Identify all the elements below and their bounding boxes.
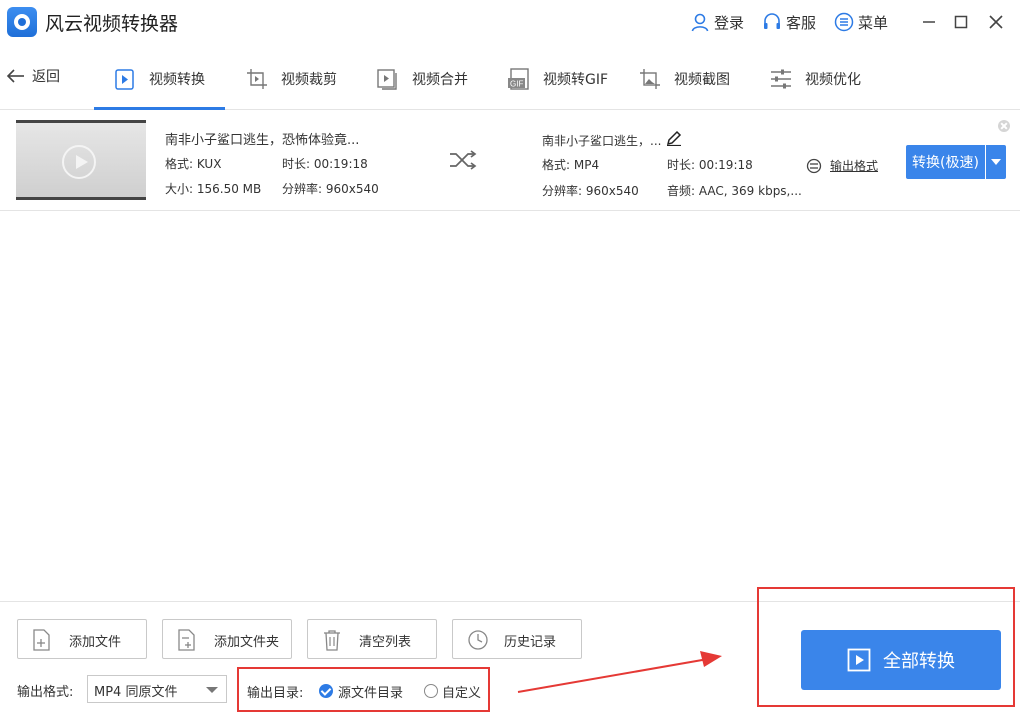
custom-dir-option[interactable]: 自定义 <box>442 682 481 701</box>
radio-source-dir[interactable] <box>319 684 333 698</box>
radio-custom-dir[interactable] <box>424 684 438 698</box>
tab-video-merge[interactable]: 视频合并 <box>376 65 468 93</box>
login-button[interactable]: 登录 <box>690 11 744 33</box>
trash-icon <box>324 630 340 651</box>
back-button[interactable]: 返回 <box>6 66 60 86</box>
maximize-button[interactable] <box>950 11 972 33</box>
play-icon <box>62 145 96 179</box>
play-icon <box>847 648 871 672</box>
svg-text:GIF: GIF <box>510 80 523 89</box>
file-list-item[interactable]: 南非小子鲨口逃生，恐怖体验竟... 格式: KUX 时长: 00:19:18 大… <box>0 111 1020 211</box>
add-file-label: 添加文件 <box>69 635 122 650</box>
add-file-icon <box>33 629 50 651</box>
add-folder-icon <box>178 629 195 651</box>
minimize-button[interactable] <box>918 11 940 33</box>
tab-label: 视频合并 <box>412 72 468 88</box>
output-format-select[interactable]: MP4 同原文件 <box>87 675 227 703</box>
convert-arrows-icon <box>450 150 477 170</box>
add-folder-label: 添加文件夹 <box>214 635 280 650</box>
output-dir-label: 输出目录: <box>247 686 304 701</box>
tab-label: 视频优化 <box>805 72 861 88</box>
tab-video-gif[interactable]: GIF 视频转GIF <box>507 65 608 93</box>
tab-label: 视频转GIF <box>543 72 609 88</box>
video-thumbnail[interactable] <box>16 120 146 200</box>
convert-all-button[interactable]: 全部转换 <box>801 630 1001 690</box>
close-button[interactable] <box>985 11 1007 33</box>
app-title: 风云视频转换器 <box>45 13 179 35</box>
menu-icon <box>834 12 854 32</box>
clock-icon <box>468 630 488 650</box>
close-icon <box>989 15 1003 29</box>
source-dir-option[interactable]: 源文件目录 <box>338 682 403 701</box>
arrow-left-icon <box>6 69 24 83</box>
history-label: 历史记录 <box>504 635 557 650</box>
format-settings-icon <box>806 158 822 173</box>
gif-icon: GIF <box>508 68 529 90</box>
remove-file-icon[interactable] <box>998 120 1010 132</box>
video-crop-icon <box>247 69 267 89</box>
sliders-icon <box>771 69 791 89</box>
source-file-name: 南非小子鲨口逃生，恐怖体验竟... <box>165 133 360 148</box>
maximize-icon <box>954 15 968 29</box>
source-format: 格式: KUX <box>165 157 222 171</box>
output-format-link[interactable]: 输出格式 <box>806 157 878 174</box>
menu-label: 菜单 <box>858 13 889 32</box>
app-logo-icon <box>7 7 37 37</box>
convert-button[interactable]: 转换(极速) <box>906 145 985 179</box>
tab-label: 视频转换 <box>149 72 205 88</box>
history-button[interactable]: 历史记录 <box>452 619 582 659</box>
output-duration: 时长: 00:19:18 <box>667 158 753 172</box>
minimize-icon <box>923 21 935 23</box>
login-label: 登录 <box>714 13 745 32</box>
title-bar: 风云视频转换器 登录 客服 菜单 <box>0 0 1020 44</box>
edit-icon[interactable] <box>666 130 682 146</box>
user-icon <box>691 13 709 32</box>
output-dir-highlight: 输出目录: 源文件目录 自定义 <box>237 667 490 712</box>
output-format-label: 输出格式: <box>17 685 74 700</box>
source-size: 大小: 156.50 MB <box>165 182 262 196</box>
output-file-name: 南非小子鲨口逃生，... <box>542 134 662 148</box>
output-format-label: 输出格式 <box>830 159 879 173</box>
tab-label: 视频裁剪 <box>281 72 337 88</box>
video-merge-icon <box>377 69 397 90</box>
output-audio: 音频: AAC, 369 kbps,... <box>667 184 802 198</box>
back-label: 返回 <box>32 69 60 85</box>
output-format: 格式: MP4 <box>542 158 600 172</box>
add-file-button[interactable]: 添加文件 <box>17 619 147 659</box>
tab-video-screenshot[interactable]: 视频截图 <box>638 65 730 93</box>
source-duration: 时长: 00:19:18 <box>282 157 368 171</box>
tab-label: 视频截图 <box>674 72 730 88</box>
active-tab-indicator <box>94 107 225 110</box>
add-folder-button[interactable]: 添加文件夹 <box>162 619 292 659</box>
tab-video-optimize[interactable]: 视频优化 <box>769 65 861 93</box>
clear-list-button[interactable]: 清空列表 <box>307 619 437 659</box>
service-label: 客服 <box>786 13 817 32</box>
convert-all-label: 全部转换 <box>883 651 955 672</box>
convert-dropdown-icon[interactable] <box>986 145 1006 179</box>
menu-button[interactable]: 菜单 <box>834 11 888 33</box>
tab-video-convert[interactable]: 视频转换 <box>113 65 205 93</box>
tool-nav: 返回 视频转换 视频裁剪 视频合并 GIF 视频转GIF 视频截图 视频优化 <box>0 52 1020 110</box>
service-button[interactable]: 客服 <box>762 11 816 33</box>
clear-list-label: 清空列表 <box>359 635 412 650</box>
headset-icon <box>764 13 780 29</box>
video-convert-icon <box>115 69 134 90</box>
screenshot-icon <box>640 69 660 89</box>
tab-video-crop[interactable]: 视频裁剪 <box>245 65 337 93</box>
output-resolution: 分辨率: 960x540 <box>542 184 639 198</box>
source-resolution: 分辨率: 960x540 <box>282 182 379 196</box>
